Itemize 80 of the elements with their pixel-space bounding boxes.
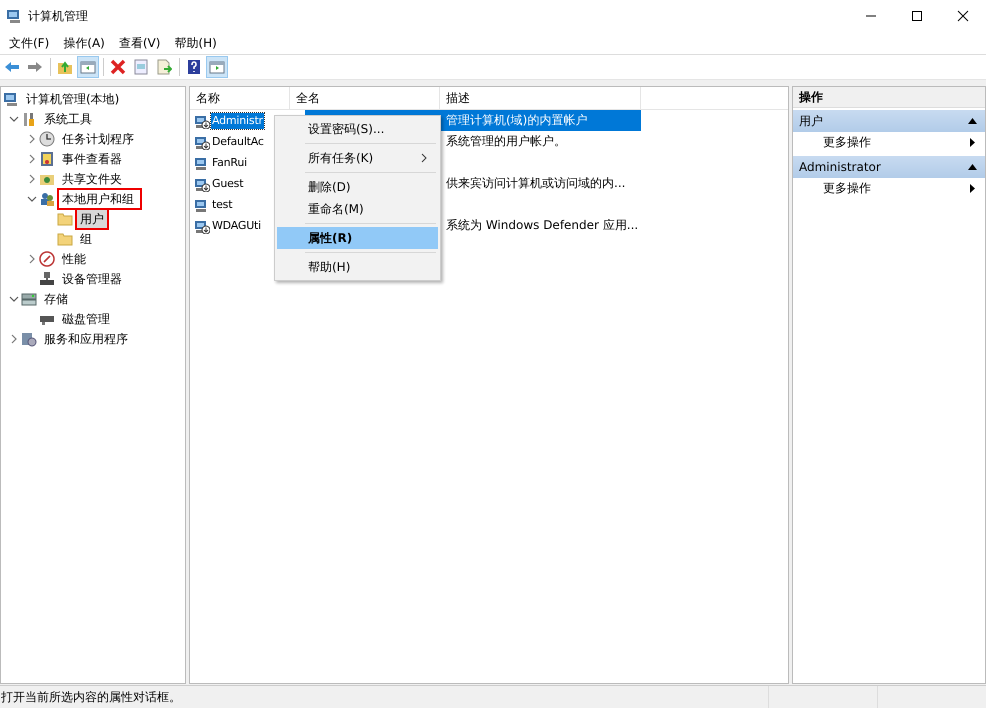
app-icon: [6, 8, 22, 24]
tree-item[interactable]: 存储: [41, 290, 71, 308]
chevron-right-icon[interactable]: [27, 254, 37, 264]
close-icon: [957, 10, 969, 22]
device-icon: [39, 271, 55, 287]
tree-item[interactable]: 磁盘管理: [59, 310, 113, 328]
tree-item[interactable]: 系统工具: [41, 110, 95, 128]
tree-item[interactable]: 设备管理器: [59, 270, 125, 288]
toolbar-button[interactable]: [206, 56, 228, 78]
folder-icon: [57, 231, 73, 247]
tools-icon: [21, 111, 37, 127]
toolbar-button[interactable]: [77, 56, 99, 78]
delete-icon: [110, 59, 126, 75]
computer-icon: [3, 91, 19, 107]
tree-item[interactable]: 本地用户和组: [59, 190, 140, 208]
status-text: 打开当前所选内容的属性对话框。: [0, 688, 182, 706]
collapse-icon: [968, 118, 977, 124]
properties-icon: [133, 59, 149, 75]
table-cell: DefaultAc: [211, 134, 265, 150]
table-cell-text: 供来宾访问计算机或访问域的内...: [445, 175, 626, 192]
pane-icon: [209, 59, 225, 75]
chevron-down-icon[interactable]: [9, 294, 19, 304]
services-icon: [21, 331, 37, 347]
table-cell: 管理计算机(域)的内置帐户: [440, 110, 641, 131]
forward-arrow-icon: [27, 59, 43, 75]
section-header[interactable]: 用户: [793, 110, 985, 132]
help-icon: [186, 59, 202, 75]
chevron-down-icon[interactable]: [9, 114, 19, 124]
menu-item[interactable]: 帮助(H): [277, 256, 438, 278]
menu-item[interactable]: 操作(A): [56, 33, 112, 53]
tree-item[interactable]: 组: [77, 230, 95, 248]
menu-item[interactable]: 查看(V): [112, 33, 168, 53]
chevron-right-icon[interactable]: [27, 134, 37, 144]
folder-up-icon: [57, 59, 73, 75]
menu-item[interactable]: 所有任务(K): [277, 147, 438, 169]
pane-icon: [80, 59, 96, 75]
column-header[interactable]: 全名: [290, 87, 440, 109]
table-cell-text: 系统为 Windows Defender 应用...: [445, 217, 640, 234]
submenu-arrow-icon: [970, 138, 975, 146]
tree-item[interactable]: 事件查看器: [59, 150, 125, 168]
table-cell-text: 系统管理的用户帐户。: [445, 133, 567, 150]
submenu-arrow-icon: [970, 184, 975, 192]
menu-item[interactable]: 删除(D): [277, 176, 438, 198]
column-header[interactable]: 描述: [440, 87, 641, 109]
users-icon: [39, 191, 55, 207]
export-icon: [156, 59, 172, 75]
maximize-icon: [911, 10, 923, 22]
tree-item[interactable]: 共享文件夹: [59, 170, 125, 188]
tree-item[interactable]: 计算机管理(本地): [23, 90, 122, 108]
tree-item[interactable]: 用户: [77, 210, 107, 228]
table-cell: WDAGUti: [211, 218, 262, 234]
tree-item[interactable]: 服务和应用程序: [41, 330, 131, 348]
column-header[interactable]: 名称: [190, 87, 290, 109]
chevron-down-icon[interactable]: [27, 194, 37, 204]
menu-item[interactable]: 属性(R): [277, 227, 438, 249]
table-cell: FanRui: [211, 154, 248, 170]
chevron-right-icon[interactable]: [27, 154, 37, 164]
table-cell: Administr: [211, 112, 264, 128]
menu-item[interactable]: 文件(F): [2, 33, 56, 53]
section-header[interactable]: Administrator: [793, 156, 985, 178]
log-icon: [39, 151, 55, 167]
storage-icon: [21, 291, 37, 307]
back-arrow-icon: [4, 59, 20, 75]
clock-icon: [39, 131, 55, 147]
table-cell: Guest: [211, 176, 244, 192]
action-link[interactable]: 更多操作: [793, 178, 985, 198]
tree-item[interactable]: 性能: [59, 250, 89, 268]
window-title: 计算机管理: [28, 8, 88, 24]
tree-item[interactable]: 任务计划程序: [59, 130, 137, 148]
gauge-icon: [39, 251, 55, 267]
menu-item[interactable]: 重命名(M): [277, 198, 438, 220]
chevron-right-icon[interactable]: [9, 334, 19, 344]
menu-item[interactable]: 设置密码(S)...: [277, 118, 438, 140]
action-link[interactable]: 更多操作: [793, 132, 985, 152]
chevron-right-icon[interactable]: [27, 174, 37, 184]
menu-item[interactable]: 帮助(H): [167, 33, 224, 53]
pane-title: 操作: [793, 87, 985, 108]
collapse-icon: [968, 164, 977, 170]
folder-icon: [57, 211, 73, 227]
table-cell: test: [211, 196, 234, 212]
